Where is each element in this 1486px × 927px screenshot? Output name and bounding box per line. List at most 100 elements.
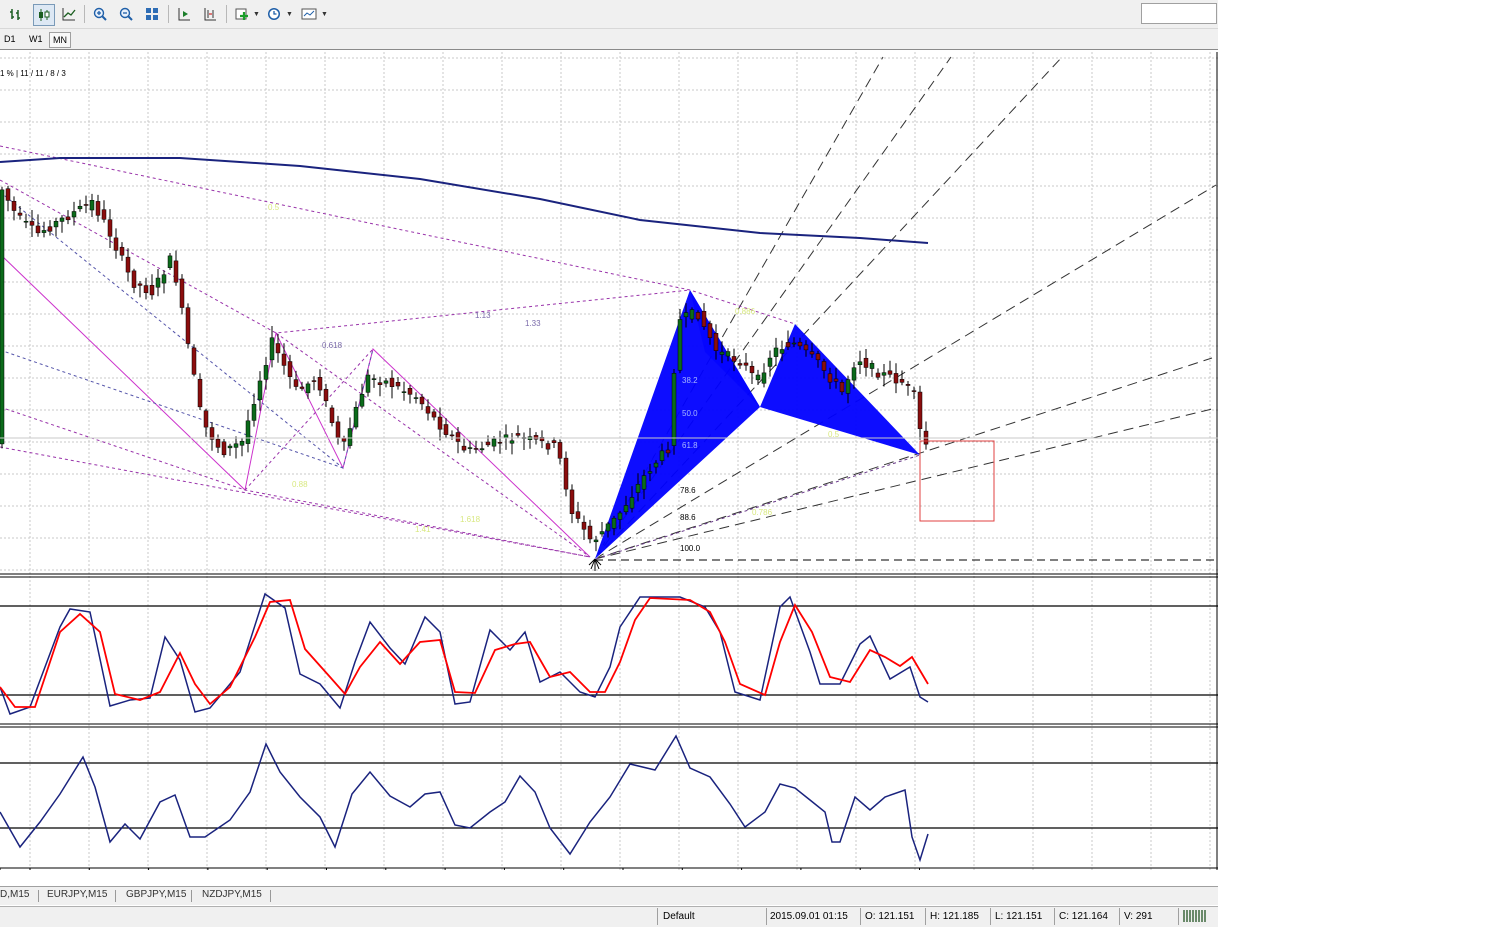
candle-bull: [725, 351, 731, 357]
candle-bull: [167, 255, 173, 268]
tab-chart-1[interactable]: D,M15: [0, 889, 29, 900]
candle-bear: [431, 411, 437, 418]
status-high: H: 121.185: [930, 911, 979, 922]
candle-bear: [569, 489, 575, 514]
chevron-down-icon[interactable]: ▼: [321, 11, 328, 18]
candle-bear: [281, 353, 287, 366]
candle-bull: [233, 443, 239, 448]
candle-bear: [821, 361, 827, 371]
candle-bull: [647, 471, 653, 474]
candle-bear: [11, 200, 17, 211]
chevron-down-icon[interactable]: ▼: [286, 11, 293, 18]
candle-bull: [239, 440, 245, 446]
candle-bear: [827, 373, 833, 383]
candle-bull: [155, 277, 161, 288]
candle-bull: [401, 391, 407, 393]
status-separator: [1054, 908, 1055, 925]
search-input[interactable]: [1141, 3, 1217, 24]
chart-shift-icon[interactable]: [200, 4, 220, 24]
candle-bear: [179, 278, 185, 308]
candle-bear: [707, 323, 713, 338]
status-datetime: 2015.09.01 01:15: [770, 911, 848, 922]
candle-bull: [773, 347, 779, 357]
chart-area[interactable]: 1.13 1.33 0.618 0.88 1.618 0.5 1.41 0.886 0.786 0…: [0, 52, 1218, 870]
candle-bull: [491, 438, 497, 447]
candle-bull: [347, 428, 353, 446]
chart-canvas[interactable]: 1.131.330.6180.881.6180.51.410.8860.7860…: [0, 52, 1218, 870]
candle-bear: [803, 344, 809, 351]
candle-bull: [0, 189, 5, 445]
candlestick-icon[interactable]: [33, 4, 55, 26]
candle-bear: [125, 256, 131, 273]
tile-windows-icon[interactable]: [142, 4, 162, 24]
candle-bull: [479, 448, 485, 451]
fib-label-38.2: 38.2: [682, 376, 698, 385]
target-zone-box: [919, 440, 995, 522]
chart-toolbar: ▼ ▼ ▼: [0, 0, 1218, 29]
candle-bull: [857, 361, 863, 366]
candle-bear: [695, 312, 701, 320]
candle-bull: [263, 365, 269, 380]
candle-bull: [761, 372, 767, 384]
templates-icon[interactable]: [299, 4, 319, 24]
candle-bear: [545, 443, 551, 450]
candle-bear: [887, 370, 893, 375]
timeframe-mn[interactable]: MN: [49, 32, 71, 48]
timeframe-w1[interactable]: W1: [26, 32, 46, 46]
stochastic-panel: [0, 592, 929, 715]
auto-scroll-icon[interactable]: [174, 4, 194, 24]
candle-bear: [863, 357, 869, 368]
tab-gbpjpy[interactable]: GBPJPY,M15: [126, 889, 186, 900]
line-chart-icon[interactable]: [59, 4, 79, 24]
candle-bull: [89, 199, 95, 211]
candle-bear: [341, 438, 347, 442]
zoom-out-icon[interactable]: [116, 4, 136, 24]
candle-bear: [95, 201, 101, 216]
tab-eurjpy[interactable]: EURJPY,M15: [47, 889, 107, 900]
pattern-label: 1.33: [525, 319, 541, 328]
candle-bear: [449, 434, 455, 437]
candle-bear: [407, 388, 413, 395]
candle-bull: [371, 378, 377, 380]
stoch-main-line: [0, 592, 929, 715]
timeframe-d1[interactable]: D1: [1, 32, 19, 46]
periods-icon[interactable]: [264, 4, 284, 24]
candle-bull: [767, 357, 773, 367]
zoom-in-icon[interactable]: [90, 4, 110, 24]
candle-bear: [17, 212, 23, 216]
desktop-background: [1218, 0, 1486, 927]
stoch-signal-line: [0, 597, 929, 708]
candle-bull: [53, 220, 59, 228]
candle-bear: [815, 353, 821, 361]
candle-bear: [701, 311, 707, 327]
status-separator: [1119, 908, 1120, 925]
candle-bear: [29, 221, 35, 226]
status-separator: [657, 908, 658, 925]
candle-bear: [149, 285, 155, 296]
candle-bull: [791, 342, 797, 345]
pattern-dashed: [0, 191, 344, 469]
candle-bull: [755, 374, 761, 381]
status-low: L: 121.151: [995, 911, 1043, 922]
candle-bull: [593, 539, 599, 543]
candle-bear: [113, 237, 119, 251]
candle-bear: [455, 432, 461, 442]
candle-bull: [509, 440, 515, 444]
chart-tabs: D,M15 EURJPY,M15 GBPJPY,M15 NZDJPY,M15: [0, 886, 1218, 905]
candle-bear: [473, 448, 479, 450]
fib-label-61.8: 61.8: [682, 441, 698, 450]
chevron-down-icon[interactable]: ▼: [253, 11, 260, 18]
candle-bear: [323, 389, 329, 402]
bar-chart-icon[interactable]: [6, 4, 26, 24]
candle-bull: [227, 445, 233, 449]
candle-bull: [305, 383, 311, 394]
candle-bull: [413, 397, 419, 399]
indicators-icon[interactable]: [232, 4, 252, 24]
candle-bull: [881, 372, 887, 376]
candle-bear: [215, 438, 221, 448]
tab-nzdjpy[interactable]: NZDJPY,M15: [202, 889, 262, 900]
tab-separator: [191, 890, 192, 902]
pattern-dashed: [0, 145, 796, 325]
timeframe-bar: D1 W1 MN: [0, 29, 1218, 50]
candle-bull: [257, 380, 263, 400]
